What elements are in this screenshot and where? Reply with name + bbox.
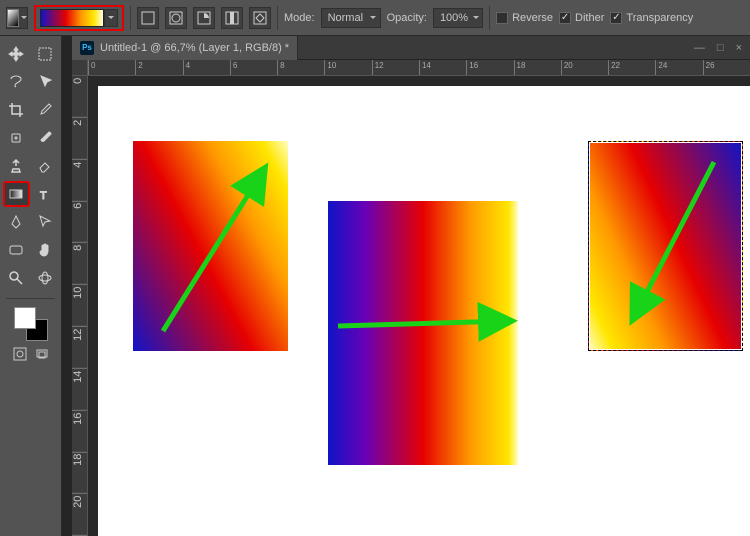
window-controls: — □ × xyxy=(694,42,750,54)
gradient-picker-highlight xyxy=(34,5,124,31)
pen-tool[interactable] xyxy=(4,210,29,234)
ruler-h-tick: 26 xyxy=(703,60,750,75)
eraser-tool[interactable] xyxy=(33,154,58,178)
tool-preset-swatch xyxy=(7,9,19,27)
ruler-v-tick: 2 xyxy=(72,118,87,160)
document-canvas[interactable] xyxy=(98,86,750,536)
gradient-type-angle-button[interactable] xyxy=(193,7,215,29)
reverse-checkbox[interactable] xyxy=(496,12,508,24)
divider xyxy=(277,6,278,30)
mode-select[interactable]: Normal xyxy=(321,8,381,28)
document-area: Ps Untitled-1 @ 66,7% (Layer 1, RGB/8) *… xyxy=(72,36,750,536)
canvas-viewport[interactable] xyxy=(88,76,750,536)
ruler-h-tick: 12 xyxy=(372,60,419,75)
eyedropper-tool[interactable] xyxy=(33,98,58,122)
transparency-checkbox-wrap[interactable]: Transparency xyxy=(610,12,693,24)
brush-tool[interactable] xyxy=(33,126,58,150)
reverse-checkbox-wrap[interactable]: Reverse xyxy=(496,12,553,24)
color-swatches[interactable] xyxy=(14,307,48,341)
ruler-corner xyxy=(72,60,88,76)
opacity-value-text: 100% xyxy=(440,12,468,24)
spot-healing-brush-tool[interactable] xyxy=(4,126,29,150)
mode-value-text: Normal xyxy=(328,12,363,24)
opacity-input[interactable]: 100% xyxy=(433,8,483,28)
ruler-h-tick: 14 xyxy=(419,60,466,75)
type-tool[interactable]: T xyxy=(33,182,58,206)
gradient-type-linear-button[interactable] xyxy=(137,7,159,29)
quick-selection-tool[interactable] xyxy=(33,70,58,94)
gradient-swatch[interactable] xyxy=(40,9,104,27)
rectangle-shape-tool[interactable] xyxy=(4,238,29,262)
maximize-button[interactable]: □ xyxy=(717,42,724,54)
ruler-v-tick: 6 xyxy=(72,201,87,243)
ruler-v-tick: 20 xyxy=(72,494,87,536)
hand-tool[interactable] xyxy=(33,238,58,262)
close-button[interactable]: × xyxy=(736,42,742,54)
gradient-rect-2 xyxy=(328,201,518,465)
canvas-row: 02468101214161820 xyxy=(72,76,750,536)
ruler-v-tick: 16 xyxy=(72,411,87,453)
ruler-v-tick: 0 xyxy=(72,76,87,118)
ruler-h-tick: 16 xyxy=(466,60,513,75)
svg-text:T: T xyxy=(40,190,47,202)
dither-checkbox-wrap[interactable]: Dither xyxy=(559,12,604,24)
minimize-button[interactable]: — xyxy=(694,42,705,54)
lasso-tool[interactable] xyxy=(4,70,29,94)
photoshop-badge-icon: Ps xyxy=(80,41,94,55)
crop-tool[interactable] xyxy=(4,98,29,122)
rectangular-marquee-tool[interactable] xyxy=(33,42,58,66)
gradient-type-radial-button[interactable] xyxy=(165,7,187,29)
gradient-type-reflected-button[interactable] xyxy=(221,7,243,29)
3d-tool[interactable] xyxy=(33,266,58,290)
options-bar: Mode: Normal Opacity: 100% Reverse Dithe… xyxy=(0,0,750,36)
ruler-v-tick: 18 xyxy=(72,452,87,494)
horizontal-ruler[interactable]: 02468101214161820222426 xyxy=(88,60,750,76)
left-gutter xyxy=(62,36,72,536)
gradient-tool[interactable] xyxy=(4,182,29,206)
divider xyxy=(489,6,490,30)
opacity-label: Opacity: xyxy=(387,12,427,24)
dither-checkbox[interactable] xyxy=(559,12,571,24)
zoom-tool[interactable] xyxy=(4,266,29,290)
ruler-h-tick: 0 xyxy=(88,60,135,75)
transparency-checkbox[interactable] xyxy=(610,12,622,24)
document-tab-title: Untitled-1 @ 66,7% (Layer 1, RGB/8) * xyxy=(100,42,289,54)
foreground-color-swatch[interactable] xyxy=(14,307,36,329)
tools-panel: T xyxy=(0,36,62,536)
document-tab[interactable]: Ps Untitled-1 @ 66,7% (Layer 1, RGB/8) * xyxy=(72,36,298,60)
quick-mask-toggle[interactable] xyxy=(11,345,29,363)
gradient-type-diamond-button[interactable] xyxy=(249,7,271,29)
ruler-h-tick: 20 xyxy=(561,60,608,75)
ruler-v-tick: 10 xyxy=(72,285,87,327)
ruler-v-tick: 12 xyxy=(72,327,87,369)
path-selection-tool[interactable] xyxy=(33,210,58,234)
screen-mode-toggle[interactable] xyxy=(33,345,51,363)
document-tab-bar: Ps Untitled-1 @ 66,7% (Layer 1, RGB/8) *… xyxy=(72,36,750,60)
ruler-h-tick: 6 xyxy=(230,60,277,75)
divider xyxy=(130,6,131,30)
gradient-rect-1 xyxy=(133,141,288,351)
tool-preset-picker[interactable] xyxy=(6,7,28,29)
transparency-label: Transparency xyxy=(626,12,693,24)
ruler-v-tick: 4 xyxy=(72,160,87,202)
mode-label: Mode: xyxy=(284,12,315,24)
horizontal-ruler-row: 02468101214161820222426 xyxy=(72,60,750,76)
main-row: T Ps Untitled-1 @ 66,7% (Layer 1, RGB/8)… xyxy=(0,36,750,536)
ruler-v-tick: 14 xyxy=(72,369,87,411)
ruler-v-tick: 8 xyxy=(72,243,87,285)
dither-label: Dither xyxy=(575,12,604,24)
ruler-h-tick: 24 xyxy=(655,60,702,75)
ruler-h-tick: 4 xyxy=(183,60,230,75)
ruler-h-tick: 8 xyxy=(277,60,324,75)
move-tool[interactable] xyxy=(4,42,29,66)
ruler-h-tick: 18 xyxy=(514,60,561,75)
gradient-dropdown-button[interactable] xyxy=(104,9,118,27)
gradient-rect-3-selected xyxy=(588,141,743,351)
clone-stamp-tool[interactable] xyxy=(4,154,29,178)
ruler-h-tick: 2 xyxy=(135,60,182,75)
ruler-h-tick: 10 xyxy=(324,60,371,75)
vertical-ruler[interactable]: 02468101214161820 xyxy=(72,76,88,536)
reverse-label: Reverse xyxy=(512,12,553,24)
ruler-h-tick: 22 xyxy=(608,60,655,75)
